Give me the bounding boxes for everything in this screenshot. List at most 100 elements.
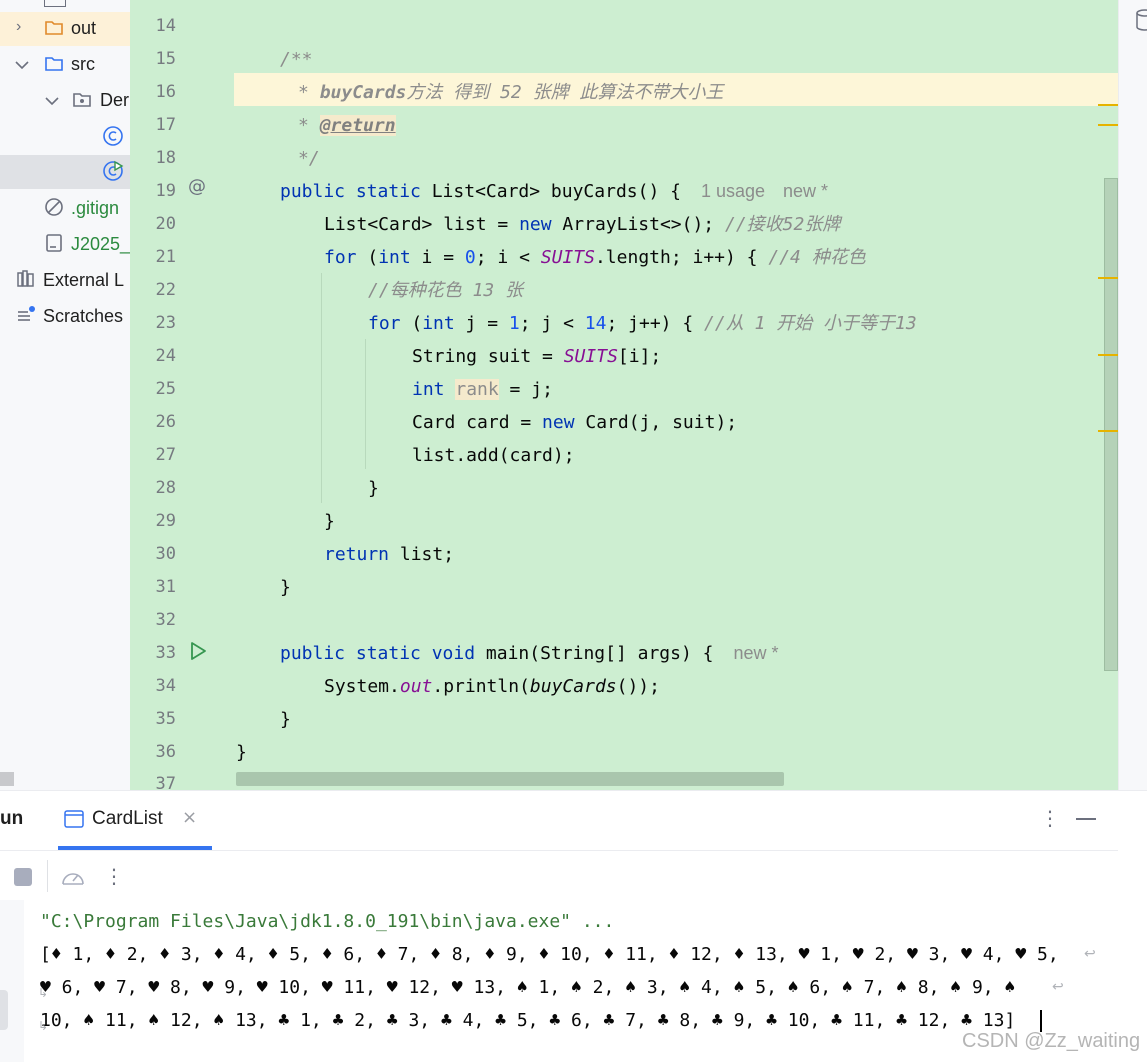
line-number: 20 xyxy=(155,214,176,234)
tree-item-label: J2025_ xyxy=(71,234,130,254)
chevron-down-icon[interactable] xyxy=(14,59,30,71)
line-number: 15 xyxy=(155,49,176,69)
warning-marker[interactable] xyxy=(1098,430,1118,432)
code-line: int rank = j; xyxy=(412,379,553,400)
close-icon[interactable]: × xyxy=(182,807,197,828)
line-number: 30 xyxy=(155,544,176,564)
soft-wrap-continue-icon: ↳ xyxy=(38,986,49,1000)
project-tool-window: › out src Der .gitign J2025_ External L … xyxy=(0,0,130,790)
console-gutter-scroll[interactable] xyxy=(0,990,8,1030)
soft-wrap-icon: ↩ xyxy=(1084,946,1096,962)
line-number: 23 xyxy=(155,313,176,333)
indent-guide xyxy=(321,273,322,503)
console-output-line: [♦ 1, ♦ 2, ♦ 3, ♦ 4, ♦ 5, ♦ 6, ♦ 7, ♦ 8,… xyxy=(40,944,1059,965)
line-number: 37 xyxy=(155,774,176,790)
folder-icon xyxy=(45,57,63,71)
stop-button[interactable] xyxy=(14,868,32,886)
code-line: String suit = SUITS[i]; xyxy=(412,346,662,367)
profiler-gauge-icon[interactable] xyxy=(60,866,86,888)
code-line: public static List<Card> buyCards() {1 u… xyxy=(280,181,829,202)
code-line: for (int i = 0; i < SUITS.length; i++) {… xyxy=(324,247,866,268)
code-line: //每种花色 13 张 xyxy=(368,280,524,301)
code-line: * buyCards方法 得到 52 张牌 此算法不带大小王 xyxy=(298,82,724,103)
line-number: 27 xyxy=(155,445,176,465)
warning-marker[interactable] xyxy=(1098,354,1118,356)
tree-item-label: External L xyxy=(43,270,125,290)
toolbar-separator xyxy=(47,860,48,892)
code-line: * @return xyxy=(298,115,396,136)
clipped-file-icon xyxy=(44,0,66,7)
line-number: 29 xyxy=(155,511,176,531)
code-line: } xyxy=(368,478,379,499)
line-number: 19 xyxy=(155,181,176,201)
line-number: 31 xyxy=(155,577,176,597)
warning-marker[interactable] xyxy=(1098,124,1118,126)
watermark: CSDN @Zz_waiting xyxy=(962,1030,1141,1052)
code-line: } xyxy=(280,577,291,598)
tree-item-external-libraries[interactable]: External L xyxy=(0,264,130,298)
text-caret xyxy=(1040,1010,1042,1032)
ignored-file-icon xyxy=(45,198,63,216)
line-number: 18 xyxy=(155,148,176,168)
folder-icon xyxy=(45,21,63,35)
console-gutter xyxy=(0,900,24,1062)
tree-item-scratches[interactable]: Scratches xyxy=(0,300,130,334)
right-tool-strip xyxy=(1118,0,1147,790)
code-line: Card card = new Card(j, suit); xyxy=(412,412,738,433)
console-tab-icon xyxy=(64,810,84,828)
code-line: */ xyxy=(298,148,320,169)
toolbar-divider xyxy=(0,850,1118,851)
line-number: 14 xyxy=(155,16,176,36)
horizontal-scrollbar-thumb[interactable] xyxy=(236,772,784,786)
line-number: 21 xyxy=(155,247,176,267)
package-icon xyxy=(73,93,91,107)
tab-label: CardList xyxy=(92,808,163,829)
scratches-icon xyxy=(18,306,35,321)
tree-item-class[interactable] xyxy=(0,120,130,154)
console-output-line: 10, ♠ 11, ♠ 12, ♠ 13, ♣ 1, ♣ 2, ♣ 3, ♣ 4… xyxy=(40,1010,1016,1031)
line-number: 36 xyxy=(155,742,176,762)
warning-marker[interactable] xyxy=(1098,104,1118,106)
code-line: } xyxy=(236,742,247,763)
tree-item-src[interactable]: src xyxy=(0,48,130,82)
run-tool-window: un CardList × ⋮ ⋮ "C:\Program Files\Java… xyxy=(0,790,1147,1062)
line-number: 32 xyxy=(155,610,176,630)
tree-item-package[interactable]: Der xyxy=(0,84,130,118)
tree-item-module-file[interactable]: J2025_ xyxy=(0,228,130,262)
code-line: List<Card> list = new ArrayList<>(); //接… xyxy=(324,214,841,235)
soft-wrap-icon: ↩ xyxy=(1052,979,1064,995)
chevron-down-icon[interactable] xyxy=(44,95,60,107)
tree-item-label: Scratches xyxy=(43,306,124,326)
tab-cardlist[interactable]: CardList × xyxy=(58,798,212,850)
project-scroll-corner[interactable] xyxy=(0,772,14,786)
tree-item-runnable-class[interactable] xyxy=(0,155,130,189)
override-at-icon[interactable]: @ xyxy=(188,176,206,197)
tree-item-gitignore[interactable]: .gitign xyxy=(0,192,130,226)
run-panel-title: un xyxy=(0,808,24,829)
tree-item-label: .gitign xyxy=(71,198,120,218)
chevron-right-icon[interactable]: › xyxy=(16,18,21,36)
code-line: return list; xyxy=(324,544,455,565)
tree-item-label: out xyxy=(71,18,97,38)
line-number: 22 xyxy=(155,280,176,300)
line-number: 25 xyxy=(155,379,176,399)
warning-marker[interactable] xyxy=(1098,277,1118,279)
code-line: public static void main(String[] args) {… xyxy=(280,643,779,664)
more-options-icon[interactable]: ⋮ xyxy=(1040,806,1060,830)
vertical-scrollbar-thumb[interactable] xyxy=(1104,178,1118,671)
code-editor[interactable]: @ 14 15 /** 16 * buyCards方法 得到 52 张牌 此算法… xyxy=(130,0,1118,790)
line-number: 34 xyxy=(155,676,176,696)
console-command-line: "C:\Program Files\Java\jdk1.8.0_191\bin\… xyxy=(40,911,615,932)
code-line: System.out.println(buyCards()); xyxy=(324,676,660,697)
line-number: 33 xyxy=(155,643,176,663)
run-icon[interactable] xyxy=(188,641,208,661)
console-output-line: ♥ 6, ♥ 7, ♥ 8, ♥ 9, ♥ 10, ♥ 11, ♥ 12, ♥ … xyxy=(40,977,1016,998)
minimize-icon[interactable] xyxy=(1076,818,1096,820)
database-icon[interactable] xyxy=(1135,8,1147,34)
more-actions-icon[interactable]: ⋮ xyxy=(104,864,124,888)
code-line: for (int j = 1; j < 14; j++) { //从 1 开始 … xyxy=(368,313,917,334)
line-number: 28 xyxy=(155,478,176,498)
code-line: } xyxy=(324,511,335,532)
tree-item-out[interactable]: › out xyxy=(0,12,130,46)
runnable-class-icon xyxy=(103,160,124,181)
